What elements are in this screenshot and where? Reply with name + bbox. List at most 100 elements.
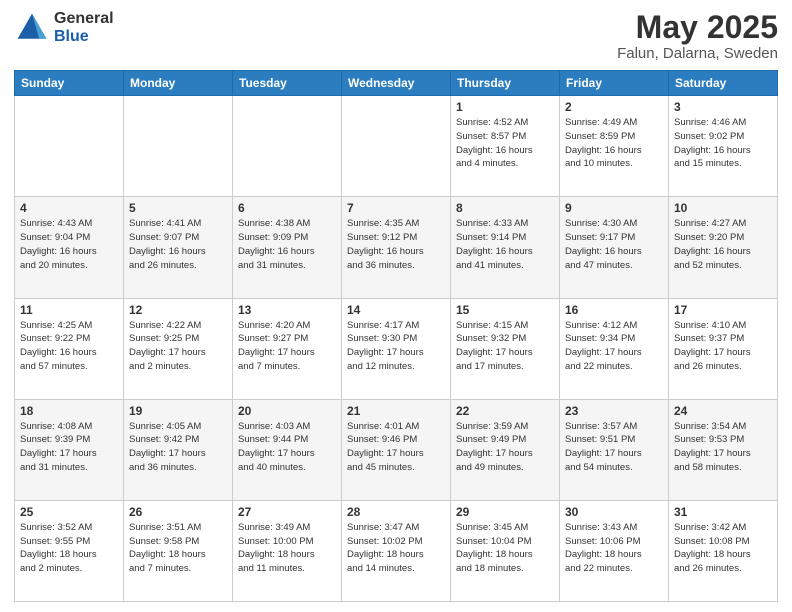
calendar-cell: 13Sunrise: 4:20 AM Sunset: 9:27 PM Dayli… xyxy=(233,298,342,399)
calendar-cell: 22 Sunrise: 3:59 AM Sunset: 9:49 PM Dayli… xyxy=(451,399,560,500)
day-info: Sunrise: 3:54 AM Sunset: 9:53 PM Dayligh… xyxy=(674,420,772,475)
day-info: Sunrise: 4:38 AM Sunset: 9:09 PM Dayligh… xyxy=(238,217,336,272)
day-info: Sunrise: 4:15 AM Sunset: 9:32 PM Dayligh… xyxy=(456,319,554,374)
day-number: 11 xyxy=(20,303,118,317)
day-number: 18 xyxy=(20,404,118,418)
day-number: 7 xyxy=(347,201,445,215)
calendar-cell: 1Sunrise: 4:52 AM Sunset: 8:57 PM Daylig… xyxy=(451,96,560,197)
calendar-cell: 5Sunrise: 4:41 AM Sunset: 9:07 PM Daylig… xyxy=(124,197,233,298)
day-info: Sunrise: 3:47 AM Sunset: 10:02 PM Daylig… xyxy=(347,521,445,576)
day-header-sunday: Sunday xyxy=(15,71,124,96)
calendar-cell: 4 Sunrise: 4:43 AM Sunset: 9:04 PM Daylig… xyxy=(15,197,124,298)
day-number: 10 xyxy=(674,201,772,215)
day-number: 24 xyxy=(674,404,772,418)
calendar-cell: 31Sunrise: 3:42 AM Sunset: 10:08 PM Dayl… xyxy=(669,500,778,601)
day-number: 29 xyxy=(456,505,554,519)
day-number: 12 xyxy=(129,303,227,317)
calendar-cell: 20Sunrise: 4:03 AM Sunset: 9:44 PM Dayli… xyxy=(233,399,342,500)
week-row-5: 25Sunrise: 3:52 AM Sunset: 9:55 PM Dayli… xyxy=(15,500,778,601)
logo-general: General xyxy=(54,10,114,28)
logo-blue: Blue xyxy=(54,28,114,46)
calendar-cell xyxy=(15,96,124,197)
header-row: SundayMondayTuesdayWednesdayThursdayFrid… xyxy=(15,71,778,96)
day-info: Sunrise: 3:42 AM Sunset: 10:08 PM Daylig… xyxy=(674,521,772,576)
calendar-cell: 27 Sunrise: 3:49 AM Sunset: 10:00 PM Dayl… xyxy=(233,500,342,601)
calendar-cell: 2 Sunrise: 4:49 AM Sunset: 8:59 PM Daylig… xyxy=(560,96,669,197)
week-row-1: 1Sunrise: 4:52 AM Sunset: 8:57 PM Daylig… xyxy=(15,96,778,197)
week-row-3: 11Sunrise: 4:25 AM Sunset: 9:22 PM Dayli… xyxy=(15,298,778,399)
day-info: Sunrise: 4:35 AM Sunset: 9:12 PM Dayligh… xyxy=(347,217,445,272)
week-row-2: 4 Sunrise: 4:43 AM Sunset: 9:04 PM Daylig… xyxy=(15,197,778,298)
day-number: 23 xyxy=(565,404,663,418)
logo-text: General Blue xyxy=(54,10,114,45)
calendar-cell: 3 Sunrise: 4:46 AM Sunset: 9:02 PM Daylig… xyxy=(669,96,778,197)
day-number: 4 xyxy=(20,201,118,215)
day-info: Sunrise: 3:59 AM Sunset: 9:49 PM Dayligh… xyxy=(456,420,554,475)
calendar-cell: 6 Sunrise: 4:38 AM Sunset: 9:09 PM Daylig… xyxy=(233,197,342,298)
day-info: Sunrise: 4:05 AM Sunset: 9:42 PM Dayligh… xyxy=(129,420,227,475)
day-number: 27 xyxy=(238,505,336,519)
day-info: Sunrise: 3:45 AM Sunset: 10:04 PM Daylig… xyxy=(456,521,554,576)
day-number: 2 xyxy=(565,100,663,114)
calendar-cell: 26 Sunrise: 3:51 AM Sunset: 9:58 PM Dayli… xyxy=(124,500,233,601)
day-number: 26 xyxy=(129,505,227,519)
week-row-4: 18 Sunrise: 4:08 AM Sunset: 9:39 PM Dayli… xyxy=(15,399,778,500)
day-info: Sunrise: 4:08 AM Sunset: 9:39 PM Dayligh… xyxy=(20,420,118,475)
day-number: 1 xyxy=(456,100,554,114)
day-info: Sunrise: 3:43 AM Sunset: 10:06 PM Daylig… xyxy=(565,521,663,576)
day-info: Sunrise: 4:27 AM Sunset: 9:20 PM Dayligh… xyxy=(674,217,772,272)
title-area: May 2025 Falun, Dalarna, Sweden xyxy=(617,10,778,62)
day-info: Sunrise: 4:10 AM Sunset: 9:37 PM Dayligh… xyxy=(674,319,772,374)
day-info: Sunrise: 4:12 AM Sunset: 9:34 PM Dayligh… xyxy=(565,319,663,374)
day-info: Sunrise: 4:33 AM Sunset: 9:14 PM Dayligh… xyxy=(456,217,554,272)
day-number: 22 xyxy=(456,404,554,418)
day-number: 16 xyxy=(565,303,663,317)
calendar-cell: 29 Sunrise: 3:45 AM Sunset: 10:04 PM Dayl… xyxy=(451,500,560,601)
day-header-thursday: Thursday xyxy=(451,71,560,96)
subtitle: Falun, Dalarna, Sweden xyxy=(617,45,778,62)
day-info: Sunrise: 3:52 AM Sunset: 9:55 PM Dayligh… xyxy=(20,521,118,576)
day-info: Sunrise: 4:22 AM Sunset: 9:25 PM Dayligh… xyxy=(129,319,227,374)
main-title: May 2025 xyxy=(617,10,778,45)
page: General Blue May 2025 Falun, Dalarna, Sw… xyxy=(0,0,792,612)
calendar-cell: 10 Sunrise: 4:27 AM Sunset: 9:20 PM Dayli… xyxy=(669,197,778,298)
calendar-cell: 30 Sunrise: 3:43 AM Sunset: 10:06 PM Dayl… xyxy=(560,500,669,601)
logo-icon xyxy=(14,10,50,46)
day-header-monday: Monday xyxy=(124,71,233,96)
day-header-saturday: Saturday xyxy=(669,71,778,96)
day-info: Sunrise: 4:01 AM Sunset: 9:46 PM Dayligh… xyxy=(347,420,445,475)
header: General Blue May 2025 Falun, Dalarna, Sw… xyxy=(14,10,778,62)
day-header-friday: Friday xyxy=(560,71,669,96)
logo: General Blue xyxy=(14,10,114,46)
day-number: 19 xyxy=(129,404,227,418)
calendar-cell: 19 Sunrise: 4:05 AM Sunset: 9:42 PM Dayli… xyxy=(124,399,233,500)
day-info: Sunrise: 4:49 AM Sunset: 8:59 PM Dayligh… xyxy=(565,116,663,171)
calendar-cell: 8 Sunrise: 4:33 AM Sunset: 9:14 PM Daylig… xyxy=(451,197,560,298)
calendar-table: SundayMondayTuesdayWednesdayThursdayFrid… xyxy=(14,70,778,602)
day-info: Sunrise: 4:17 AM Sunset: 9:30 PM Dayligh… xyxy=(347,319,445,374)
day-info: Sunrise: 4:46 AM Sunset: 9:02 PM Dayligh… xyxy=(674,116,772,171)
calendar-cell: 15 Sunrise: 4:15 AM Sunset: 9:32 PM Dayli… xyxy=(451,298,560,399)
day-info: Sunrise: 4:43 AM Sunset: 9:04 PM Dayligh… xyxy=(20,217,118,272)
day-number: 6 xyxy=(238,201,336,215)
calendar-cell: 21Sunrise: 4:01 AM Sunset: 9:46 PM Dayli… xyxy=(342,399,451,500)
day-header-tuesday: Tuesday xyxy=(233,71,342,96)
calendar-cell: 12 Sunrise: 4:22 AM Sunset: 9:25 PM Dayli… xyxy=(124,298,233,399)
calendar-cell xyxy=(233,96,342,197)
calendar-cell: 16 Sunrise: 4:12 AM Sunset: 9:34 PM Dayli… xyxy=(560,298,669,399)
day-number: 8 xyxy=(456,201,554,215)
calendar-cell xyxy=(342,96,451,197)
day-info: Sunrise: 4:30 AM Sunset: 9:17 PM Dayligh… xyxy=(565,217,663,272)
day-info: Sunrise: 3:51 AM Sunset: 9:58 PM Dayligh… xyxy=(129,521,227,576)
day-number: 28 xyxy=(347,505,445,519)
day-number: 15 xyxy=(456,303,554,317)
day-number: 30 xyxy=(565,505,663,519)
day-number: 3 xyxy=(674,100,772,114)
calendar-cell: 18 Sunrise: 4:08 AM Sunset: 9:39 PM Dayli… xyxy=(15,399,124,500)
day-number: 17 xyxy=(674,303,772,317)
day-info: Sunrise: 4:03 AM Sunset: 9:44 PM Dayligh… xyxy=(238,420,336,475)
day-number: 14 xyxy=(347,303,445,317)
calendar-cell xyxy=(124,96,233,197)
day-info: Sunrise: 3:57 AM Sunset: 9:51 PM Dayligh… xyxy=(565,420,663,475)
day-info: Sunrise: 3:49 AM Sunset: 10:00 PM Daylig… xyxy=(238,521,336,576)
